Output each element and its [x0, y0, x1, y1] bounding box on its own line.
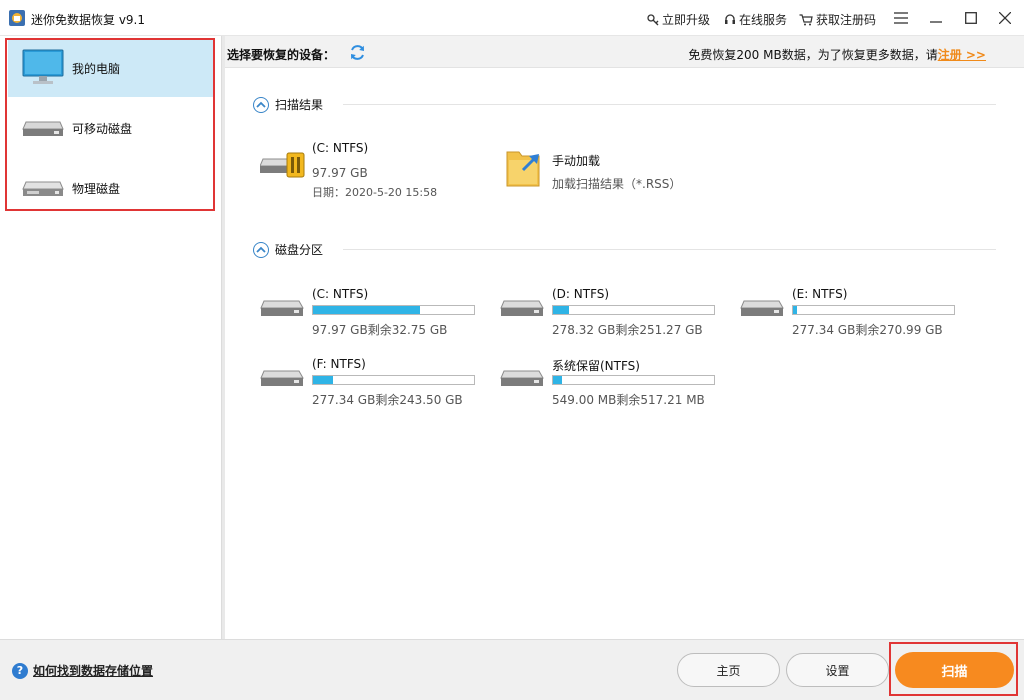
refresh-icon[interactable]	[349, 44, 366, 64]
last-scan-result[interactable]: (C: NTFS) 97.97 GB 日期：2020-5-20 15:58	[259, 141, 460, 199]
sidebar: 我的电脑 可移动磁盘 物理磁盘	[0, 36, 222, 639]
footer-bar: ? 如何找到数据存储位置 主页 设置 扫描	[0, 639, 1024, 700]
section-divider	[343, 249, 996, 250]
partition-item[interactable]: (F: NTFS) 277.34 GB剩余243.50 GB	[260, 357, 480, 407]
get-register-code-label: 获取注册码	[816, 13, 877, 27]
manual-load-title: 手动加载	[552, 154, 601, 168]
partition-capacity: 277.34 GB剩余270.99 GB	[792, 323, 943, 337]
minimize-button[interactable]	[923, 6, 949, 30]
section-divider	[343, 104, 996, 105]
partition-usage-bar	[312, 375, 475, 385]
partition-usage-fill	[793, 306, 797, 314]
partition-usage-fill	[313, 376, 333, 384]
removable-disk-icon	[22, 116, 64, 141]
partition-disk-icon	[500, 365, 544, 392]
partition-disk-icon	[260, 365, 304, 392]
partition-usage-fill	[313, 306, 420, 314]
partition-name: (F: NTFS)	[312, 357, 366, 371]
partition-disk-icon	[740, 295, 784, 322]
sidebar-item-my-computer[interactable]: 我的电脑	[8, 39, 213, 97]
partition-usage-bar	[552, 305, 715, 315]
scan-result-disk-icon	[259, 149, 306, 182]
upgrade-link[interactable]: 立即升级	[647, 11, 710, 28]
device-select-header: 选择要恢复的设备： 免费恢复200 MB数据，为了恢复更多数据，请注册 >>	[225, 36, 1024, 68]
app-logo-icon	[8, 9, 26, 27]
hamburger-icon	[894, 12, 908, 24]
promo-text: 免费恢复200 MB数据，为了恢复更多数据，请注册 >>	[688, 46, 986, 63]
online-service-label: 在线服务	[739, 13, 788, 27]
online-service-link[interactable]: 在线服务	[724, 11, 787, 28]
help-find-location-link[interactable]: ? 如何找到数据存储位置	[12, 662, 153, 679]
partition-capacity: 278.32 GB剩余251.27 GB	[552, 323, 703, 337]
scan-result-size: 97.97 GB	[312, 166, 368, 180]
settings-button[interactable]: 设置	[786, 653, 889, 687]
cart-icon	[799, 13, 813, 25]
partition-usage-bar	[792, 305, 955, 315]
upgrade-label: 立即升级	[662, 13, 711, 27]
partitions-header[interactable]: 磁盘分区	[253, 241, 323, 258]
partition-item[interactable]: (D: NTFS) 278.32 GB剩余251.27 GB	[500, 287, 720, 337]
key-icon	[647, 13, 659, 25]
title-bar: 迷你免数据恢复 v9.1 立即升级 在线服务 获取注册码	[0, 0, 1024, 36]
partitions-title: 磁盘分区	[275, 243, 324, 257]
scan-results-title: 扫描结果	[275, 98, 324, 112]
scan-button[interactable]: 扫描	[895, 652, 1014, 688]
sidebar-item-label: 可移动磁盘	[72, 121, 133, 136]
scan-results-header[interactable]: 扫描结果	[253, 96, 323, 113]
collapse-chevron-icon[interactable]	[253, 96, 269, 113]
partition-item[interactable]: 系统保留(NTFS) 549.00 MB剩余517.21 MB	[500, 357, 720, 407]
partition-usage-bar	[312, 305, 475, 315]
manual-load-subtitle: 加载扫描结果（*.RSS）	[552, 177, 682, 191]
sidebar-item-label: 我的电脑	[72, 61, 121, 76]
scan-result-name: (C: NTFS)	[312, 141, 369, 155]
sidebar-item-label: 物理磁盘	[72, 181, 121, 196]
maximize-button[interactable]	[958, 6, 984, 30]
menu-button[interactable]	[888, 6, 914, 30]
partition-usage-fill	[553, 376, 562, 384]
partition-capacity: 277.34 GB剩余243.50 GB	[312, 393, 463, 407]
maximize-icon	[965, 12, 977, 24]
partition-usage-bar	[552, 375, 715, 385]
minimize-icon	[930, 21, 942, 23]
scan-result-date: 日期：2020-5-20 15:58	[312, 186, 438, 199]
register-link[interactable]: 注册 >>	[938, 48, 986, 62]
get-register-code-link[interactable]: 获取注册码	[799, 11, 876, 28]
monitor-icon	[22, 49, 64, 88]
partition-name: (C: NTFS)	[312, 287, 369, 301]
partition-name: 系统保留(NTFS)	[552, 359, 640, 373]
home-button[interactable]: 主页	[677, 653, 780, 687]
manual-load-item[interactable]: 手动加载 加载扫描结果（*.RSS）	[505, 146, 705, 196]
help-icon: ?	[12, 662, 28, 679]
physical-disk-icon	[22, 176, 64, 201]
partition-disk-icon	[260, 295, 304, 322]
headset-icon	[725, 13, 735, 24]
promo-message: 免费恢复200 MB数据，为了恢复更多数据，请	[688, 48, 938, 62]
partition-capacity: 97.97 GB剩余32.75 GB	[312, 323, 448, 337]
close-button[interactable]	[992, 6, 1018, 30]
app-title: 迷你免数据恢复 v9.1	[31, 13, 146, 27]
partition-name: (D: NTFS)	[552, 287, 610, 301]
select-device-label: 选择要恢复的设备：	[227, 48, 336, 62]
partition-name: (E: NTFS)	[792, 287, 848, 301]
partition-usage-fill	[553, 306, 569, 314]
help-text: 如何找到数据存储位置	[33, 664, 154, 678]
sidebar-divider	[222, 36, 225, 639]
partition-item[interactable]: (E: NTFS) 277.34 GB剩余270.99 GB	[740, 287, 960, 337]
collapse-chevron-icon[interactable]	[253, 241, 269, 258]
close-icon	[999, 12, 1011, 24]
partition-disk-icon	[500, 295, 544, 322]
partition-capacity: 549.00 MB剩余517.21 MB	[552, 393, 705, 407]
folder-load-icon	[505, 146, 545, 193]
sidebar-item-physical-disk[interactable]: 物理磁盘	[8, 159, 213, 217]
partition-item[interactable]: (C: NTFS) 97.97 GB剩余32.75 GB	[260, 287, 480, 337]
sidebar-item-removable-disk[interactable]: 可移动磁盘	[8, 99, 213, 157]
